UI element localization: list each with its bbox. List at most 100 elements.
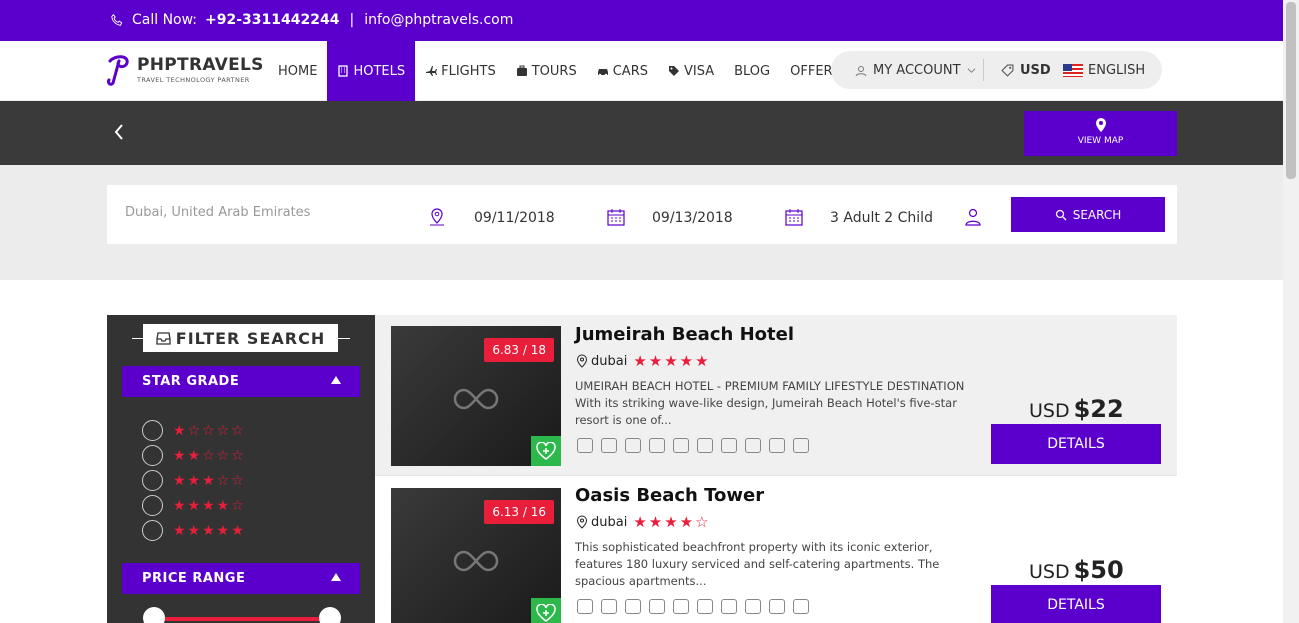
details-button[interactable]: DETAILS	[991, 585, 1161, 623]
nav-visa-label: VISA	[683, 63, 715, 79]
amenity-icons	[577, 599, 809, 614]
review-score-badge: 6.83 / 18	[484, 338, 554, 362]
amenity-icon	[601, 599, 617, 614]
amenity-icon	[745, 438, 761, 453]
star-filter-4[interactable]: ★★★★☆	[142, 495, 246, 516]
star-filter-1[interactable]: ★☆☆☆☆	[142, 420, 246, 441]
wishlist-button[interactable]	[531, 598, 561, 623]
price-slider-max-handle[interactable]	[319, 607, 341, 623]
hotel-list: 6.83 / 18 Jumeirah Beach Hotel dubai ★★★…	[375, 315, 1177, 623]
hotel-stars: ★★★★★	[633, 352, 711, 370]
phone-icon	[111, 14, 123, 26]
hotel-name[interactable]: Oasis Beach Tower	[575, 485, 764, 506]
hotel-city: dubai	[591, 514, 628, 530]
details-button[interactable]: DETAILS	[991, 424, 1161, 464]
page-scrollbar[interactable]	[1283, 0, 1299, 623]
wishlist-button[interactable]	[531, 436, 561, 466]
amenity-icon	[649, 438, 665, 453]
search-band: Dubai, United Arab Emirates 09/11/2018 0…	[0, 165, 1283, 280]
star-rating-1: ★☆☆☆☆	[173, 422, 246, 439]
price-currency: USD	[1029, 561, 1070, 583]
nav-visa[interactable]: VISA	[658, 41, 724, 101]
price-range-header[interactable]: PRICE RANGE	[122, 563, 360, 594]
price-range-label: PRICE RANGE	[142, 571, 246, 586]
star-filter-3[interactable]: ★★★☆☆	[142, 470, 246, 491]
loading-infinity-icon	[453, 388, 499, 410]
checkin-date-input[interactable]: 09/11/2018	[474, 210, 555, 226]
filter-title: FILTER SEARCH	[143, 324, 338, 352]
hotel-city: dubai	[591, 353, 628, 369]
hotel-description: This sophisticated beachfront property w…	[575, 540, 940, 588]
user-icon	[965, 208, 981, 226]
filter-title-label: FILTER SEARCH	[175, 328, 326, 348]
star-filter-2[interactable]: ★★☆☆☆	[142, 445, 246, 466]
radio-button[interactable]	[142, 495, 163, 516]
page-header-band: VIEW MAP	[0, 101, 1283, 165]
amenity-icon	[601, 438, 617, 453]
checkout-date-input[interactable]: 09/13/2018	[652, 210, 733, 226]
amenity-icon	[625, 599, 641, 614]
nav-hotels[interactable]: HOTELS	[327, 41, 416, 101]
amenity-icon	[745, 599, 761, 614]
hotel-price: USD $50	[1029, 556, 1124, 584]
nav-menu: HOME HOTELS FLIGHTS TOURS CARS VISA BLOG…	[268, 41, 851, 101]
nav-cars[interactable]: CARS	[587, 41, 658, 101]
price-amount: $50	[1073, 556, 1124, 584]
star-filter-5[interactable]: ★★★★★	[142, 520, 246, 541]
phone-number[interactable]: +92-3311442244	[205, 12, 339, 28]
nav-flights-label: FLIGHTS	[441, 63, 496, 79]
back-arrow-icon[interactable]	[113, 123, 125, 141]
my-account-dropdown[interactable]: MY ACCOUNT	[855, 63, 976, 78]
amenity-icon	[769, 599, 785, 614]
call-label: Call Now:	[132, 12, 198, 28]
price-slider-track[interactable]	[152, 617, 332, 621]
guests-input[interactable]: 3 Adult 2 Child	[830, 210, 933, 226]
collapse-arrow-icon	[331, 376, 341, 384]
top-contact-bar: Call Now: +92-3311442244 | info@phptrave…	[0, 0, 1283, 41]
contact-email[interactable]: info@phptravels.com	[364, 12, 513, 28]
heart-plus-icon	[536, 604, 556, 622]
location-input[interactable]: Dubai, United Arab Emirates	[125, 205, 310, 220]
price-slider-min-handle[interactable]	[143, 607, 165, 623]
suitcase-icon	[516, 65, 527, 76]
radio-button[interactable]	[142, 445, 163, 466]
radio-button[interactable]	[142, 520, 163, 541]
hotel-price: USD $22	[1029, 395, 1124, 423]
hotel-description: UMEIRAH BEACH HOTEL - PREMIUM FAMILY LIF…	[575, 379, 965, 427]
scrollbar-thumb[interactable]	[1286, 2, 1296, 179]
amenity-icon	[793, 438, 809, 453]
language-selector[interactable]: ENGLISH	[1063, 63, 1145, 78]
search-icon	[1055, 209, 1067, 220]
amenity-icon	[673, 599, 689, 614]
hotel-name[interactable]: Jumeirah Beach Hotel	[575, 324, 794, 345]
contact-separator: |	[349, 12, 355, 28]
star-grade-header[interactable]: STAR GRADE	[122, 366, 360, 397]
tag-icon	[668, 66, 679, 76]
amenity-icon	[793, 599, 809, 614]
location-pin-icon	[576, 354, 588, 368]
language-label: ENGLISH	[1088, 63, 1146, 78]
nav-blog[interactable]: BLOG	[724, 41, 780, 101]
chevron-down-icon	[967, 68, 975, 73]
location-pin-icon	[576, 515, 588, 529]
plane-icon	[426, 66, 438, 76]
search-button[interactable]: SEARCH	[1011, 197, 1165, 232]
account-divider	[983, 59, 984, 81]
hotel-image[interactable]: 6.83 / 18	[391, 326, 561, 466]
amenity-icon	[673, 438, 689, 453]
radio-button[interactable]	[142, 470, 163, 491]
radio-button[interactable]	[142, 420, 163, 441]
currency-label: USD	[1020, 63, 1051, 78]
nav-cars-label: CARS	[612, 63, 648, 79]
price-amount: $22	[1073, 395, 1124, 423]
nav-tours[interactable]: TOURS	[506, 41, 587, 101]
nav-home[interactable]: HOME	[268, 41, 327, 101]
site-logo[interactable]: PHPTRAVELS TRAVEL TECHNOLOGY PARTNER	[107, 55, 263, 89]
currency-selector[interactable]: USD	[1001, 63, 1051, 78]
location-pin-icon	[430, 208, 444, 226]
nav-flights[interactable]: FLIGHTS	[415, 41, 506, 101]
view-map-button[interactable]: VIEW MAP	[1024, 111, 1177, 156]
filter-sidebar: FILTER SEARCH STAR GRADE ★☆☆☆☆ ★★☆☆☆ ★★★…	[107, 315, 375, 623]
hotel-image[interactable]: 6.13 / 16	[391, 488, 561, 623]
star-rating-3: ★★★☆☆	[173, 472, 246, 489]
